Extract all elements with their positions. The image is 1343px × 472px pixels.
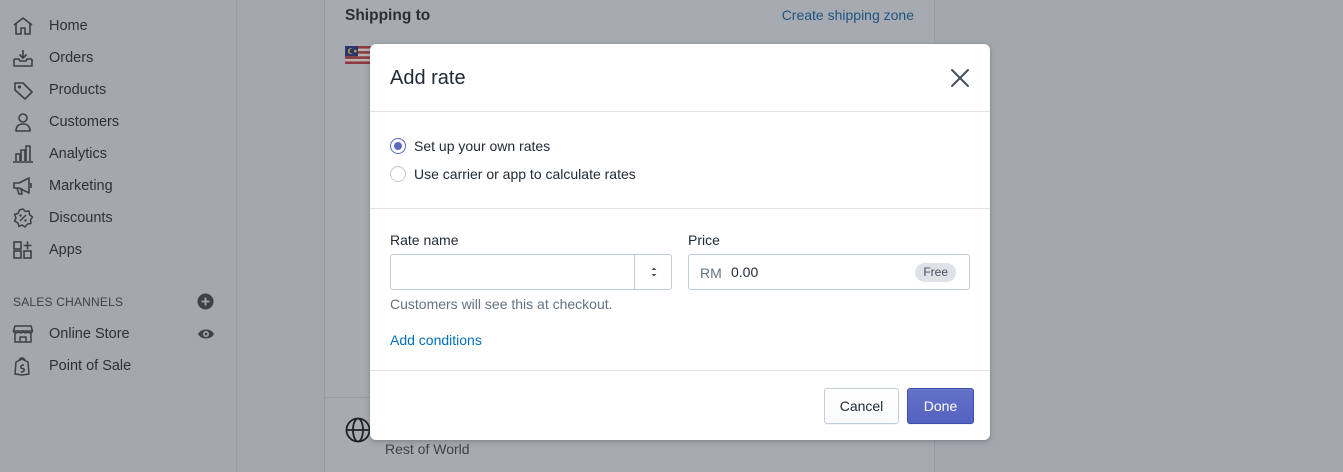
radio-label: Use carrier or app to calculate rates xyxy=(414,166,636,182)
radio-carrier-rates[interactable]: Use carrier or app to calculate rates xyxy=(390,166,636,182)
sidebar-item-customers[interactable]: Customers xyxy=(0,106,237,138)
close-icon[interactable] xyxy=(948,66,972,90)
add-conditions-link[interactable]: Add conditions xyxy=(390,332,482,348)
radio-button-checked[interactable] xyxy=(390,138,406,154)
radio-label: Set up your own rates xyxy=(414,138,551,154)
free-badge: Free xyxy=(915,263,956,282)
sidebar-item-apps[interactable]: Apps xyxy=(0,234,237,266)
sidebar-item-products[interactable]: Products xyxy=(0,74,237,106)
sidebar-item-analytics[interactable]: Analytics xyxy=(0,138,237,170)
discount-icon xyxy=(13,208,34,228)
sidebar-item-home[interactable]: Home xyxy=(0,10,237,42)
done-button[interactable]: Done xyxy=(907,388,974,424)
sidebar-item-marketing[interactable]: Marketing xyxy=(0,170,237,202)
rate-details-section: Rate name Price RM Free Customers will s… xyxy=(370,210,990,371)
home-icon xyxy=(13,17,33,35)
modal-title: Add rate xyxy=(390,67,466,89)
globe-icon xyxy=(345,417,371,443)
radio-own-rates[interactable]: Set up your own rates xyxy=(390,138,550,154)
rate-name-label: Rate name xyxy=(390,232,459,248)
modal-header: Add rate xyxy=(370,44,990,112)
eye-icon[interactable] xyxy=(197,327,215,341)
sidebar-item-label: Orders xyxy=(49,50,94,66)
shipping-to-heading: Shipping to xyxy=(345,7,431,24)
tag-icon xyxy=(14,82,33,100)
orders-icon xyxy=(13,50,33,67)
price-input[interactable] xyxy=(731,256,911,288)
sales-channels-heading: SALES CHANNELS xyxy=(13,295,124,309)
rate-type-section: Set up your own rates Use carrier or app… xyxy=(370,113,990,209)
sidebar-item-label: Apps xyxy=(49,242,83,258)
sidebar-item-orders[interactable]: Orders xyxy=(0,42,237,74)
megaphone-icon xyxy=(13,177,32,195)
sidebar-item-discounts[interactable]: Discounts xyxy=(0,202,237,234)
person-icon xyxy=(15,113,31,132)
price-field[interactable]: RM Free xyxy=(688,254,970,290)
sidebar: Home Orders Products Customers Analytics… xyxy=(0,0,237,472)
sidebar-item-label: Online Store xyxy=(49,326,130,342)
rate-name-select-toggle[interactable] xyxy=(634,254,672,290)
sidebar-item-label: Analytics xyxy=(49,146,108,162)
add-channel-icon[interactable] xyxy=(197,293,214,310)
rate-name-help-text: Customers will see this at checkout. xyxy=(390,296,613,312)
pos-bag-icon xyxy=(14,357,30,376)
malaysia-flag-icon xyxy=(345,46,371,64)
store-icon xyxy=(12,325,34,343)
apps-icon xyxy=(13,241,32,259)
sidebar-item-label: Home xyxy=(49,18,88,34)
sidebar-item-label: Marketing xyxy=(49,178,113,194)
radio-button[interactable] xyxy=(390,166,406,182)
add-rate-modal: Add rate Set up your own rates Use carri… xyxy=(370,44,990,440)
sidebar-item-label: Point of Sale xyxy=(49,358,132,374)
cancel-button[interactable]: Cancel xyxy=(824,388,899,424)
sidebar-item-label: Discounts xyxy=(49,210,113,226)
select-arrows-icon xyxy=(651,267,657,277)
rate-name-input[interactable] xyxy=(390,254,635,290)
sidebar-item-point-of-sale[interactable]: Point of Sale xyxy=(0,350,237,382)
bar-chart-icon xyxy=(13,145,33,163)
sidebar-item-label: Products xyxy=(49,82,107,98)
sidebar-item-label: Customers xyxy=(49,114,120,130)
rest-of-world-label: Rest of World xyxy=(385,441,470,457)
currency-prefix: RM xyxy=(700,265,722,281)
price-label: Price xyxy=(688,232,720,248)
create-shipping-zone-link[interactable]: Create shipping zone xyxy=(782,7,914,23)
